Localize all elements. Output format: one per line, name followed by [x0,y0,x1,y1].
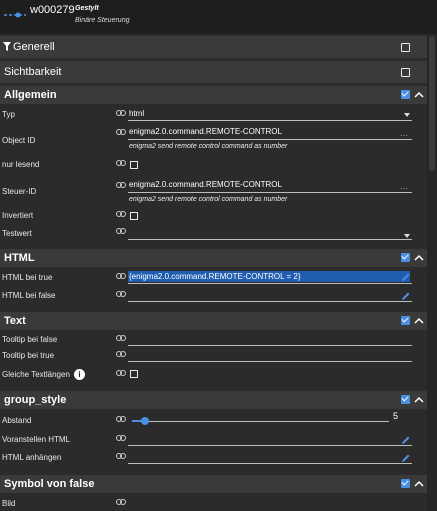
typ-underline [128,120,412,121]
link-icon[interactable] [116,129,126,135]
typ-select[interactable]: html [129,109,144,118]
text-checkbox[interactable] [401,316,410,325]
append-label: HTML anhängen [2,453,62,462]
link-icon[interactable] [116,335,126,341]
link-icon[interactable] [116,110,126,116]
abstand-value: 5 [393,411,399,421]
chevron-up-icon[interactable] [414,316,424,326]
prepend-label: Voranstellen HTML [2,435,71,444]
link-icon[interactable] [116,182,126,188]
section-sichtbarkeit[interactable]: Sichtbarkeit [0,61,427,83]
info-icon[interactable]: i [74,369,85,380]
html-checkbox[interactable] [401,253,410,262]
chevron-up-icon[interactable] [414,395,424,405]
widget-header: w000279 Gestylt Binäre Steuerung [0,0,437,32]
link-icon[interactable] [116,435,126,441]
section-title: Symbol von false [4,478,95,490]
readonly-label: nur lesend [2,160,40,169]
sichtbarkeit-checkbox[interactable] [401,68,410,77]
tt-true-input[interactable] [128,361,412,362]
pencil-icon[interactable] [401,272,411,282]
generell-checkbox[interactable] [401,43,410,52]
html-false-label: HTML bei false [2,291,56,300]
test-underline [128,239,412,240]
abstand-slider-track[interactable] [132,421,389,422]
pencil-icon[interactable] [401,453,411,463]
section-allgemein[interactable]: Allgemein [0,86,427,104]
invert-checkbox[interactable] [130,212,138,220]
html-true-underline [128,283,412,284]
tt-true-label: Tooltip bei true [2,351,55,360]
widget-set: Binäre Steuerung [75,17,130,24]
filter-icon [3,42,11,51]
equal-checkbox[interactable] [130,370,138,378]
link-icon[interactable] [116,416,126,422]
html-false-input[interactable] [128,301,412,302]
section-group-style[interactable]: group_style [0,391,427,409]
properties-panel: Generell Sichtbarkeit Allgemein Typ html… [0,34,427,511]
link-icon[interactable] [116,453,126,459]
chevron-up-icon[interactable] [414,479,424,489]
chevron-up-icon[interactable] [414,90,424,100]
invert-label: Invertiert [2,211,34,220]
steuer-input[interactable]: enigma2.0.command.REMOTE-CONTROL [129,180,282,189]
section-title: Text [4,315,26,327]
link-icon[interactable] [116,160,126,166]
section-symbol-false[interactable]: Symbol von false [0,475,427,493]
scrollbar-thumb[interactable] [429,36,435,171]
allgemein-checkbox[interactable] [401,90,410,99]
bild-label: Bild [2,499,16,508]
section-generell[interactable]: Generell [0,36,427,58]
group-style-checkbox[interactable] [401,395,410,404]
section-text[interactable]: Text [0,312,427,330]
readonly-checkbox[interactable] [130,161,138,169]
tt-false-label: Tooltip bei false [2,335,58,344]
abstand-label: Abstand [2,416,32,425]
link-icon[interactable] [116,211,126,217]
pencil-icon[interactable] [401,435,411,445]
append-input[interactable] [128,463,412,464]
steuer-browse-button[interactable]: ... [400,181,408,191]
section-title: HTML [4,252,35,264]
section-html[interactable]: HTML [0,249,427,267]
chevron-down-icon[interactable] [404,234,410,238]
chevron-down-icon[interactable] [404,113,410,117]
oid-hint: enigma2 send remote control command as n… [129,143,288,150]
link-icon[interactable] [116,351,126,357]
test-label: Testwert [2,229,32,238]
widget-id: w000279 [30,4,75,16]
oid-underline [128,139,412,140]
oid-browse-button[interactable]: ... [400,128,408,138]
steuer-underline [128,192,412,193]
prepend-input[interactable] [128,445,412,446]
tt-false-input[interactable] [128,345,412,346]
link-icon[interactable] [116,291,126,297]
html-true-input[interactable]: {enigma2.0.command.REMOTE-CONTROL = 2} [129,272,301,281]
oid-input[interactable]: enigma2.0.command.REMOTE-CONTROL [129,127,282,136]
abstand-slider-handle[interactable] [140,417,149,425]
link-icon[interactable] [116,499,126,505]
widget-type-icon [4,12,26,18]
section-title: Sichtbarkeit [4,66,62,78]
section-title: Allgemein [4,89,57,101]
typ-label: Typ [2,110,15,119]
steuer-hint: enigma2 send remote control command as n… [129,196,288,203]
oid-label: Object ID [2,136,36,145]
widget-style: Gestylt [75,5,99,12]
section-title: Generell [13,41,55,53]
equal-label: Gleiche Textlängen [2,370,70,379]
pencil-icon[interactable] [401,291,411,301]
section-title: group_style [4,394,67,406]
html-true-label: HTML bei true [2,273,53,282]
chevron-up-icon[interactable] [414,253,424,263]
steuer-label: Steuer-ID [2,187,37,196]
symbol-false-checkbox[interactable] [401,479,410,488]
link-icon[interactable] [116,273,126,279]
link-icon[interactable] [116,228,126,234]
link-icon[interactable] [116,370,126,376]
